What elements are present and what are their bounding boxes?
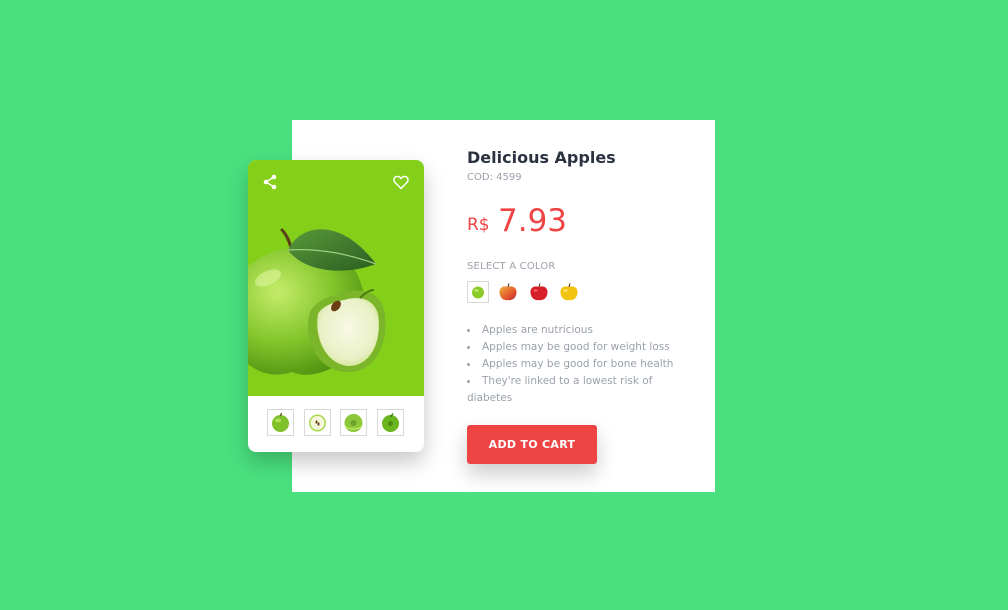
bullet-icon (467, 363, 470, 366)
red-apple-icon (530, 283, 548, 301)
feature-item: Apples are nutricious (467, 322, 677, 339)
heart-icon[interactable] (393, 175, 409, 190)
price-value: 7.93 (498, 203, 568, 239)
green-apple-icon (472, 286, 484, 299)
select-color-label: SELECT A COLOR (467, 261, 556, 272)
product-card (248, 160, 424, 452)
product-code: COD: 4599 (467, 172, 522, 183)
red-yellow-apple-icon (499, 283, 517, 301)
apple-side-thumb-icon (382, 413, 399, 432)
feature-list: Apples are nutricious Apples may be good… (467, 322, 677, 407)
feature-item: Apples may be good for bone health (467, 356, 677, 373)
thumbnail-apple-side[interactable] (377, 409, 404, 436)
color-swatch-yellow[interactable] (558, 281, 580, 303)
bullet-icon (467, 380, 470, 383)
bullet-icon (467, 329, 470, 332)
color-swatch-red[interactable] (528, 281, 550, 303)
share-icon[interactable] (262, 174, 278, 190)
product-title: Delicious Apples (467, 148, 616, 167)
color-swatch-green[interactable] (467, 281, 489, 303)
whole-apple-thumb-icon (272, 412, 289, 432)
color-swatch-red-yellow[interactable] (497, 281, 519, 303)
feature-item: Apples may be good for weight loss (467, 339, 677, 356)
yellow-apple-icon (560, 283, 578, 301)
apple-slice-thumb-icon (309, 414, 326, 432)
feature-item: They're linked to a lowest risk of diabe… (467, 375, 653, 404)
apple-top-thumb-icon (344, 414, 363, 432)
thumbnail-whole-apple[interactable] (267, 409, 294, 436)
price-currency: R$ (467, 215, 490, 235)
bullet-icon (467, 346, 470, 349)
add-to-cart-button[interactable]: ADD TO CART (467, 425, 597, 464)
thumbnail-apple-slice[interactable] (304, 409, 331, 436)
product-image (248, 160, 424, 396)
apple-illustration (248, 228, 386, 375)
thumbnail-apple-top[interactable] (340, 409, 367, 436)
